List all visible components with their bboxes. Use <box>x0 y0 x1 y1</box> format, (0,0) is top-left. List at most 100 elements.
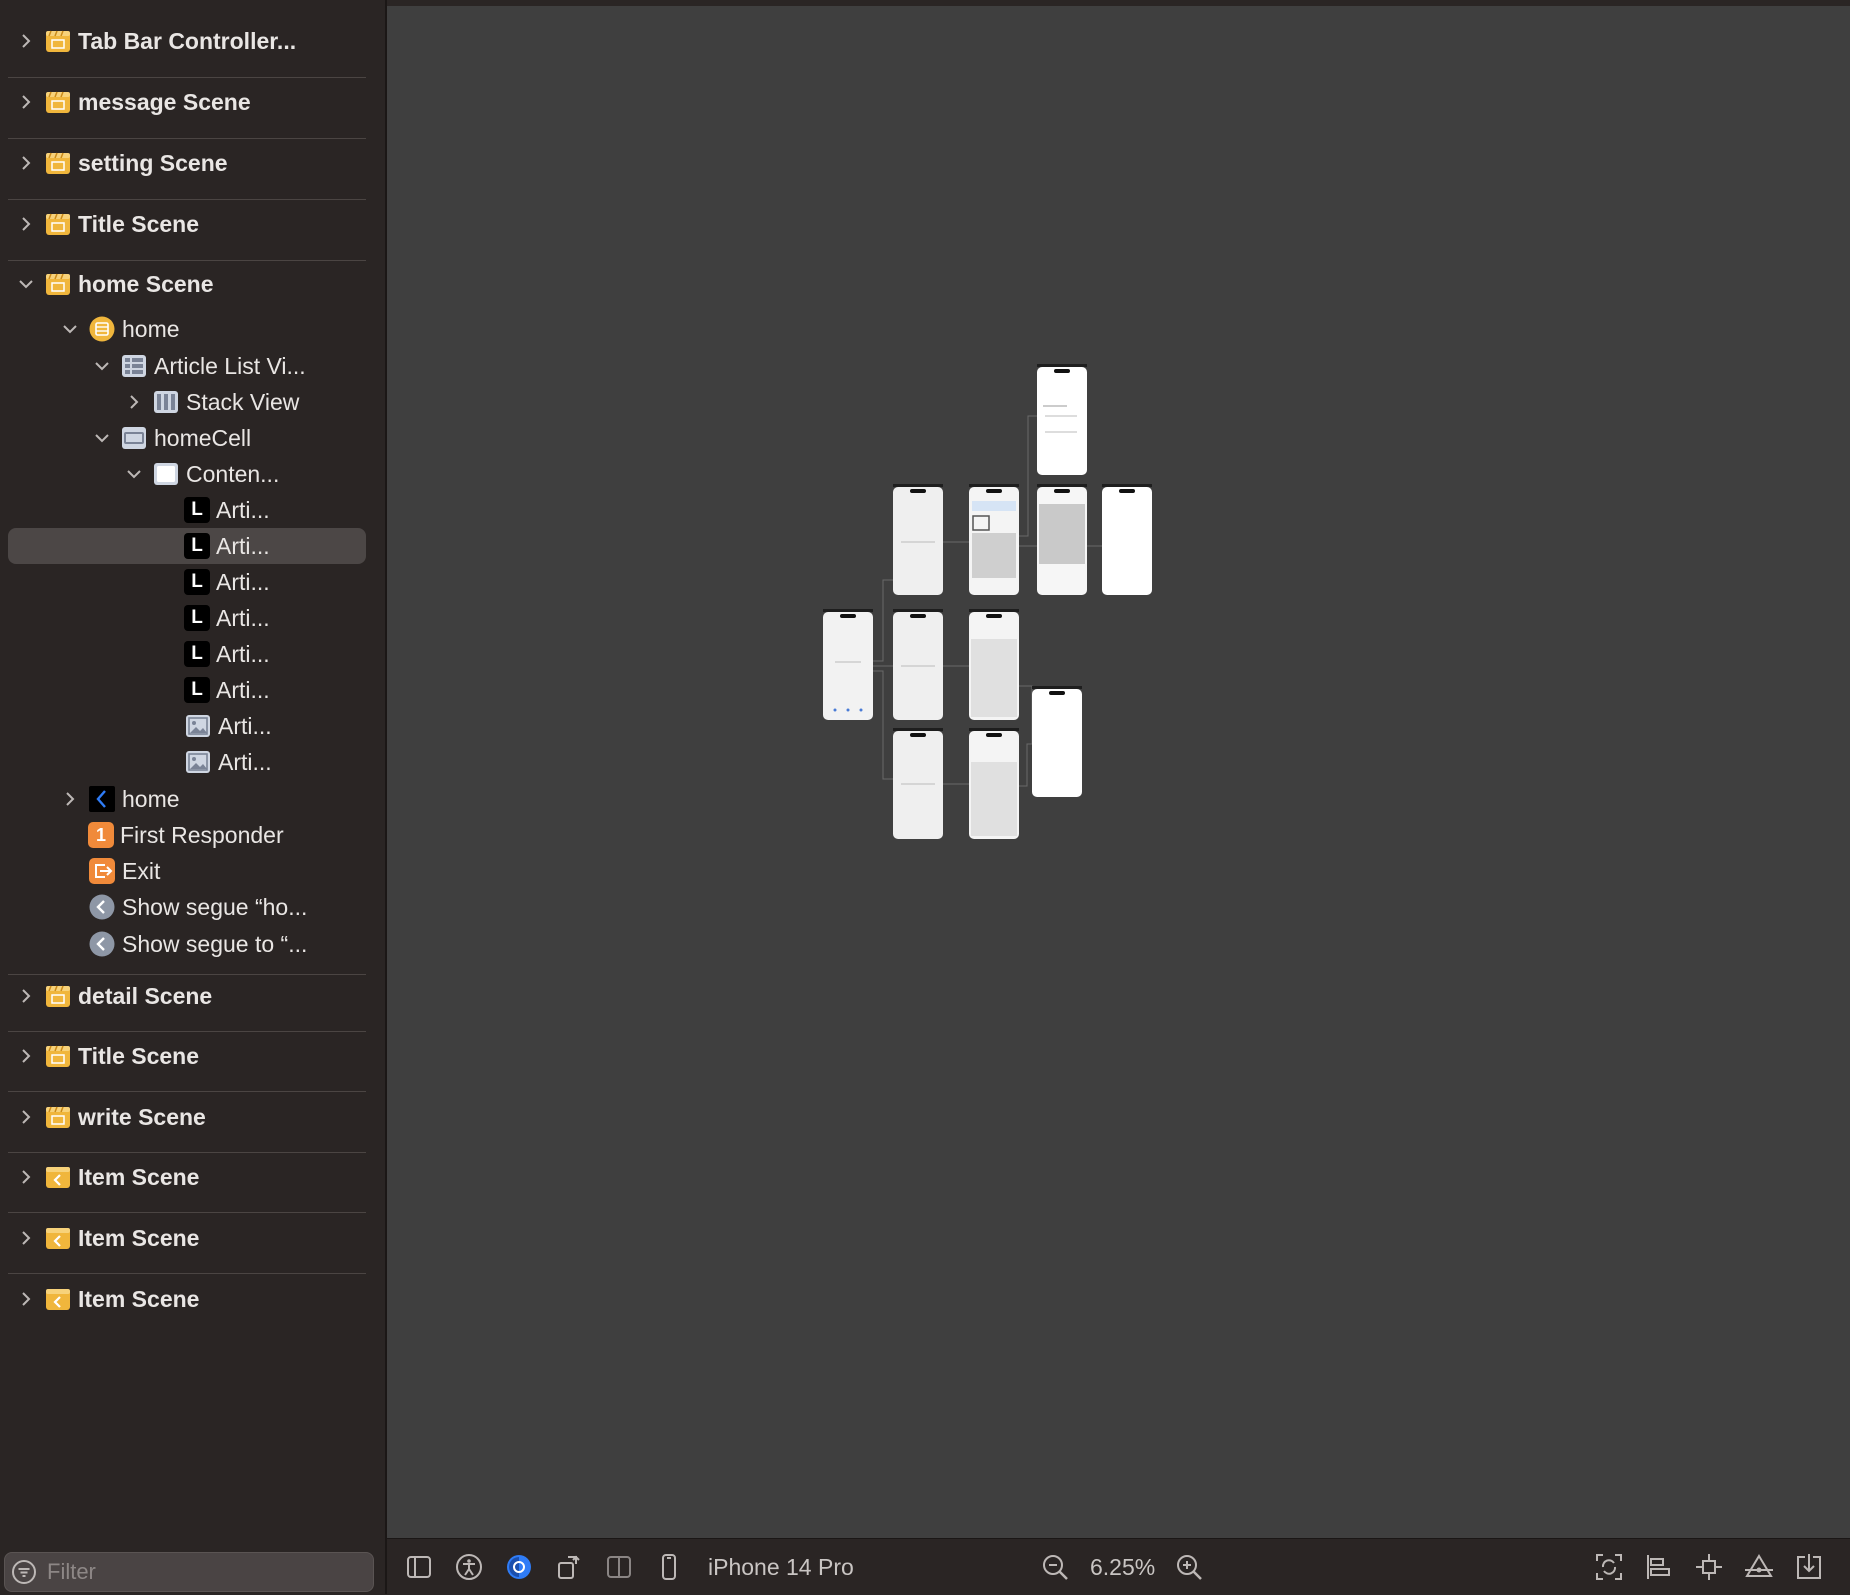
divider <box>8 1152 366 1153</box>
navigation-controller-frame[interactable] <box>893 609 943 720</box>
outline-item-row[interactable]: Stack View <box>120 385 299 419</box>
outline-scene-row[interactable]: detail Scene <box>12 979 212 1013</box>
title-scene-frame[interactable] <box>1032 686 1082 797</box>
navigation-controller-frame[interactable] <box>893 484 943 595</box>
title-scene-frame[interactable] <box>1102 484 1152 595</box>
outline-item-row[interactable]: home <box>56 782 180 816</box>
stack-view-icon <box>152 388 180 416</box>
chevron-right-icon[interactable] <box>12 982 40 1010</box>
chevron-right-icon[interactable] <box>12 88 40 116</box>
outline-item-row[interactable]: 1 First Responder <box>56 818 284 852</box>
outline-item-row[interactable]: homeCell <box>88 421 251 455</box>
divider <box>8 260 366 261</box>
zoom-out-icon[interactable] <box>1039 1551 1071 1583</box>
storyboard-canvas[interactable] <box>387 6 1850 1538</box>
device-selector[interactable]: iPhone 14 Pro <box>708 1551 854 1583</box>
chevron-down-icon[interactable] <box>88 352 116 380</box>
filter-icon <box>12 1560 36 1584</box>
outline-scene-row[interactable]: setting Scene <box>12 146 228 180</box>
outline-scene-row[interactable]: Title Scene <box>12 1039 199 1073</box>
outline-item-row[interactable]: Conten... <box>120 457 279 491</box>
zoom-in-icon[interactable] <box>1173 1551 1205 1583</box>
outline-scene-row[interactable]: Tab Bar Controller... <box>12 24 296 58</box>
outline-scene-row[interactable]: Title Scene <box>12 207 199 241</box>
outline-scene-label: Tab Bar Controller... <box>78 27 297 54</box>
update-frames-icon[interactable] <box>1593 1551 1625 1583</box>
outline-scene-row[interactable]: Item Scene <box>12 1221 199 1255</box>
scene-icon <box>44 210 72 238</box>
chevron-down-icon[interactable] <box>12 270 40 298</box>
device-icon[interactable] <box>653 1551 685 1583</box>
outline-scene-row[interactable]: message Scene <box>12 85 251 119</box>
outline-item-row[interactable]: L Arti... <box>152 673 270 707</box>
chevron-right-icon[interactable] <box>120 388 148 416</box>
chevron-right-icon[interactable] <box>56 785 84 813</box>
embed-in-icon[interactable] <box>1793 1551 1825 1583</box>
outline-item-row[interactable]: L Arti... <box>152 565 270 599</box>
setting-scene-frame[interactable] <box>969 728 1019 839</box>
outline-item-label: Arti... <box>218 748 272 775</box>
chevron-right-icon[interactable] <box>12 1163 40 1191</box>
navigation-controller-frame[interactable] <box>893 728 943 839</box>
outline-item-row[interactable]: Exit <box>56 854 160 888</box>
outline-item-row[interactable]: L Arti... <box>152 601 270 635</box>
orientation-icon[interactable] <box>553 1551 585 1583</box>
divider <box>8 1212 366 1213</box>
write-scene-frame[interactable] <box>1037 364 1087 475</box>
scene-icon <box>44 982 72 1010</box>
add-constraints-icon[interactable] <box>1693 1551 1725 1583</box>
outline-item-row[interactable]: Arti... <box>152 745 272 779</box>
chevron-right-icon[interactable] <box>12 1285 40 1313</box>
chevron-right-icon[interactable] <box>12 1042 40 1070</box>
zoom-level: 6.25% <box>1090 1554 1156 1580</box>
label-icon: L <box>184 677 210 703</box>
filter-field[interactable] <box>4 1552 374 1592</box>
outline-item-row[interactable]: Arti... <box>152 709 272 743</box>
outline-item-label: Arti... <box>216 496 270 523</box>
detail-scene-frame[interactable] <box>1037 484 1087 595</box>
image-view-icon <box>184 748 212 776</box>
chevron-right-icon[interactable] <box>12 27 40 55</box>
outline-item-row[interactable]: home <box>56 312 180 346</box>
scene-icon <box>44 1042 72 1070</box>
outline-scene-label: Item Scene <box>78 1285 200 1312</box>
outline-item-row[interactable]: Article List Vi... <box>88 349 306 383</box>
outline-item-row[interactable]: Show segue to “... <box>56 927 307 961</box>
filter-input[interactable] <box>45 1558 349 1586</box>
outline-scene-label: detail Scene <box>78 982 213 1009</box>
label-icon: L <box>184 605 210 631</box>
home-scene-frame[interactable] <box>969 484 1019 595</box>
message-scene-frame[interactable] <box>969 609 1019 720</box>
outline-item-label: Exit <box>122 857 161 884</box>
outline-item-row[interactable]: Show segue “ho... <box>56 890 307 924</box>
chevron-down-icon[interactable] <box>88 424 116 452</box>
outline-item-row[interactable]: L Arti... <box>152 529 270 563</box>
outline-item-row[interactable]: L Arti... <box>152 637 270 671</box>
align-icon[interactable] <box>1643 1551 1675 1583</box>
outline-item-row[interactable]: L Arti... <box>152 493 270 527</box>
outline-scene-row[interactable]: Item Scene <box>12 1160 199 1194</box>
divider <box>8 1273 366 1274</box>
chevron-right-icon[interactable] <box>12 149 40 177</box>
outline-scene-row[interactable]: home Scene <box>12 267 214 301</box>
outline-scene-label: home Scene <box>78 270 214 297</box>
split-view-icon[interactable] <box>603 1551 635 1583</box>
scene-icon <box>44 1103 72 1131</box>
outline-scene-row[interactable]: Item Scene <box>12 1282 199 1316</box>
outline-item-label: Show segue to “... <box>122 930 308 957</box>
resolve-issues-icon[interactable] <box>1743 1551 1775 1583</box>
appearance-icon[interactable] <box>503 1551 535 1583</box>
accessibility-icon[interactable] <box>453 1551 485 1583</box>
label-icon: L <box>184 497 210 523</box>
filter-bar <box>0 1548 385 1594</box>
outline-scene-row[interactable]: write Scene <box>12 1100 206 1134</box>
chevron-right-icon[interactable] <box>12 1103 40 1131</box>
tab-bar-controller-frame[interactable] <box>823 609 873 720</box>
chevron-down-icon[interactable] <box>56 315 84 343</box>
chevron-down-icon[interactable] <box>120 460 148 488</box>
chevron-right-icon[interactable] <box>12 1224 40 1252</box>
sidebar-toggle-icon[interactable] <box>403 1551 435 1583</box>
chevron-right-icon[interactable] <box>12 210 40 238</box>
view-icon <box>152 460 180 488</box>
outline-scene-label: Title Scene <box>78 1042 200 1069</box>
